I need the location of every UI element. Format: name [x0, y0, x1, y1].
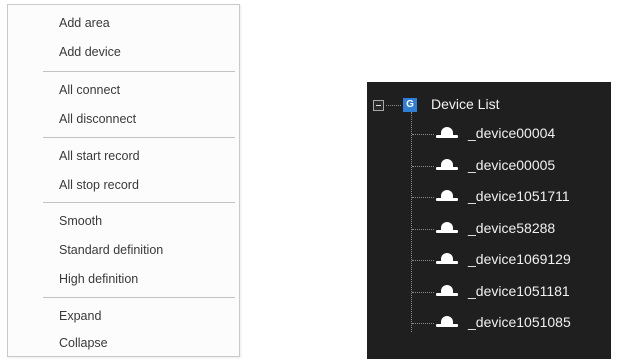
tree-connector-line: [412, 292, 434, 293]
camera-icon: [436, 190, 458, 204]
menu-item-collapse[interactable]: Collapse: [8, 330, 239, 356]
tree-connector-line: [412, 260, 434, 261]
camera-icon: [436, 285, 458, 299]
device-list-root[interactable]: Device List: [431, 96, 499, 112]
tree-item-device[interactable]: _device1069129: [367, 246, 611, 276]
camera-icon: [436, 159, 458, 173]
menu-item-high-definition[interactable]: High definition: [8, 266, 239, 292]
menu-item-all-disconnect[interactable]: All disconnect: [8, 106, 239, 132]
tree-item-device[interactable]: _device1051711: [367, 183, 611, 213]
menu-item-all-stop-record[interactable]: All stop record: [8, 172, 239, 198]
device-group-icon: G: [403, 98, 417, 112]
device-label: _device1069129: [468, 251, 571, 267]
menu-item-add-area[interactable]: Add area: [8, 10, 239, 36]
menu-item-add-device[interactable]: Add device: [8, 39, 239, 65]
tree-connector-line: [412, 323, 434, 324]
device-label: _device00004: [468, 125, 556, 141]
tree-connector-line: [412, 166, 434, 167]
menu-separator: [43, 137, 235, 138]
menu-item-standard-definition[interactable]: Standard definition: [8, 237, 239, 263]
tree-item-device[interactable]: _device1051181: [367, 278, 611, 308]
menu-item-smooth[interactable]: Smooth: [8, 208, 239, 234]
device-label: _device00005: [468, 157, 556, 173]
tree-item-device[interactable]: _device00005: [367, 152, 611, 182]
device-tree-panel: G Device List _device00004 _device00005 …: [367, 82, 611, 359]
device-label: _device1051181: [468, 283, 570, 299]
menu-item-expand[interactable]: Expand: [8, 303, 239, 329]
camera-icon: [436, 316, 458, 330]
tree-connector-line: [412, 229, 434, 230]
tree-connector-line: [412, 197, 434, 198]
camera-icon: [436, 222, 458, 236]
menu-item-all-start-record[interactable]: All start record: [8, 143, 239, 169]
menu-separator: [43, 297, 235, 298]
tree-connector-line: [412, 134, 434, 135]
tree-connector-line: [386, 105, 401, 106]
tree-item-device[interactable]: _device58288: [367, 215, 611, 245]
camera-icon: [436, 253, 458, 267]
menu-item-all-connect[interactable]: All connect: [8, 77, 239, 103]
context-menu: Add area Add device All connect All disc…: [7, 4, 240, 357]
tree-item-device[interactable]: _device00004: [367, 120, 611, 150]
camera-icon: [436, 127, 458, 141]
device-label: _device58288: [468, 220, 556, 236]
collapse-toggle-icon[interactable]: [373, 100, 384, 111]
menu-separator: [43, 202, 235, 203]
device-label: _device1051085: [468, 314, 571, 330]
tree-item-device[interactable]: _device1051085: [367, 309, 611, 339]
device-label: _device1051711: [468, 188, 570, 204]
menu-separator: [43, 71, 235, 72]
